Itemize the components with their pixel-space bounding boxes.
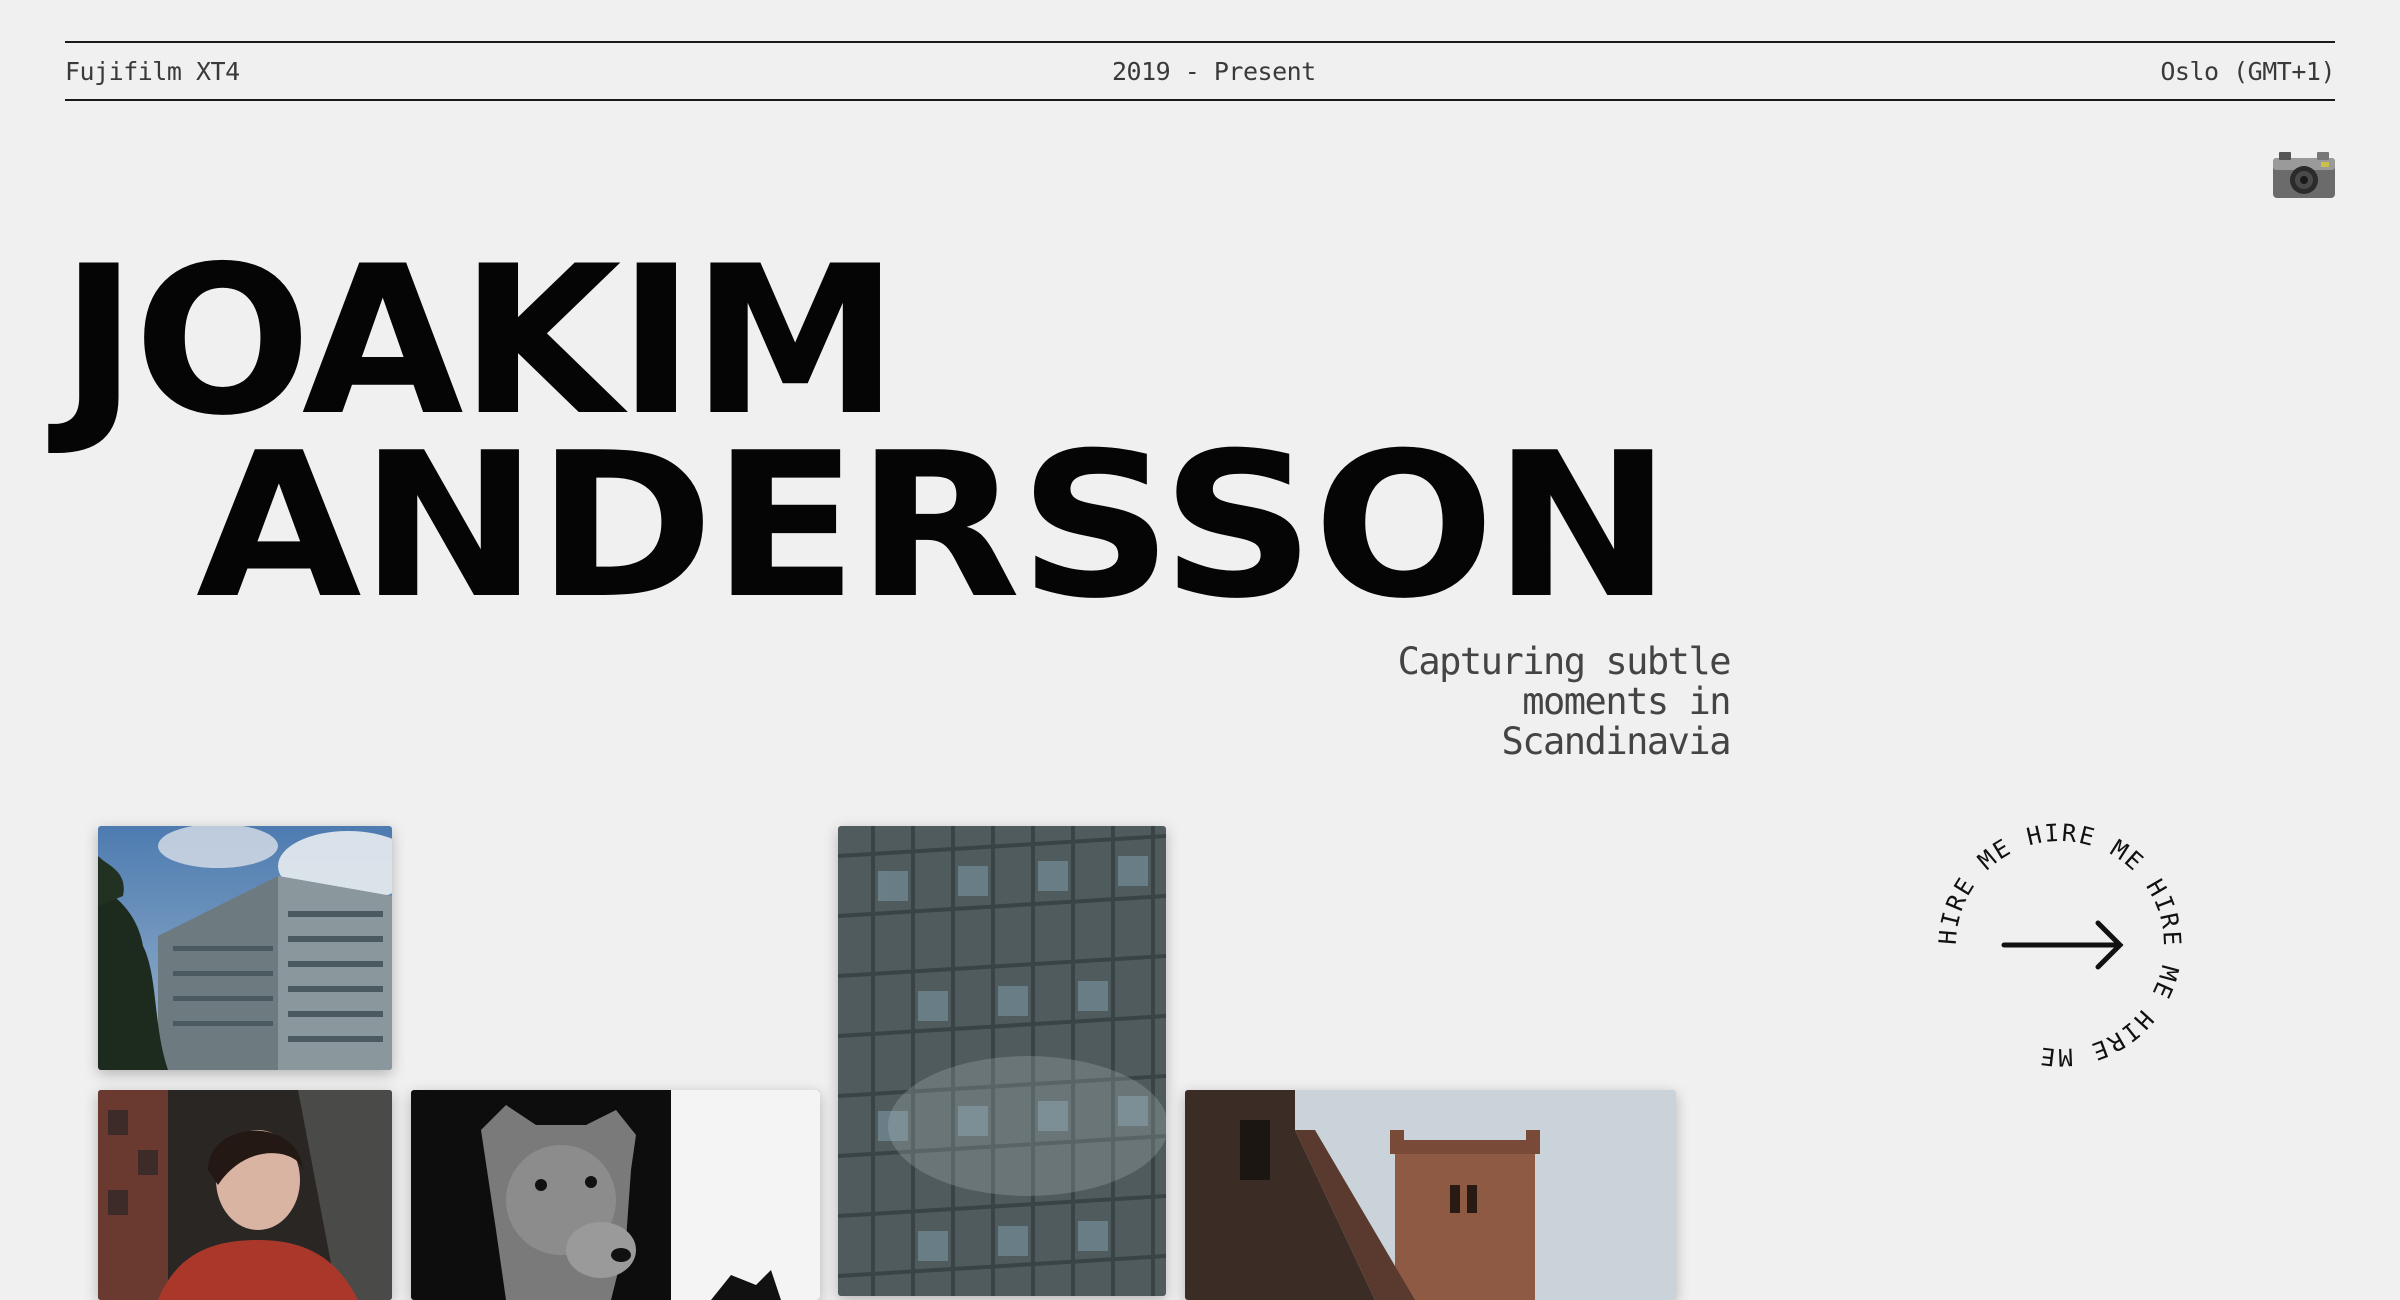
photo-dog-bw[interactable] <box>411 1090 820 1300</box>
arrow-right-icon <box>2001 920 2124 970</box>
photo-brick-tower[interactable] <box>1185 1090 1676 1300</box>
tagline-line: moments in <box>1522 680 1731 723</box>
hero-last-name: ANDERSSON <box>196 410 1672 643</box>
photo-facade-windows[interactable] <box>838 826 1166 1296</box>
photo-portrait-woman[interactable] <box>98 1090 392 1300</box>
tagline-line: Scandinavia <box>1501 720 1731 763</box>
top-bar: Fujifilm XT4 2019 - Present Oslo (GMT+1) <box>65 41 2335 101</box>
hire-me-badge[interactable]: HIRE ME HIRE ME HIRE ME HIRE ME <box>1920 819 2200 1071</box>
hero-tagline: Capturing subtle moments in Scandinavia <box>1370 640 1732 763</box>
location-timezone: Oslo (GMT+1) <box>2160 57 2335 86</box>
active-years: 2019 - Present <box>1112 57 1316 86</box>
tagline-line: Capturing subtle <box>1397 640 1732 683</box>
camera-icon <box>2271 148 2337 200</box>
photo-office-building[interactable] <box>98 826 392 1070</box>
camera-model: Fujifilm XT4 <box>65 57 240 86</box>
